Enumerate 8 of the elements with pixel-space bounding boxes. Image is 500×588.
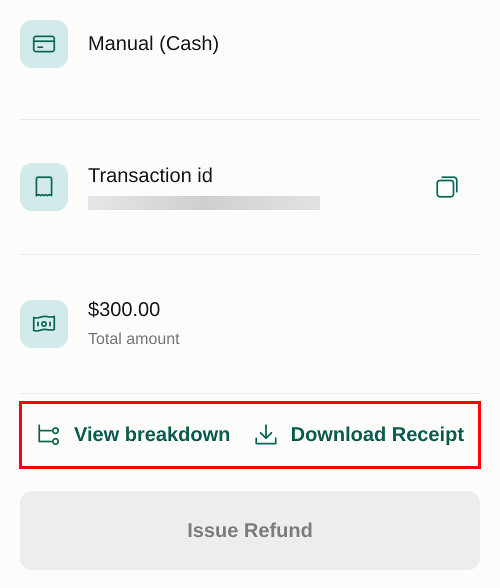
- action-link[interactable]: View breakdown: [36, 420, 230, 450]
- branch-icon: [36, 422, 62, 448]
- detail-subtitle: Total amount: [88, 330, 181, 350]
- detail-title: $300.00: [88, 298, 162, 322]
- copy-icon: [434, 174, 460, 200]
- detail-title: Manual (Cash): [88, 32, 220, 56]
- action-link[interactable]: Download Receipt: [252, 420, 464, 450]
- detail-title: Transaction id: [88, 164, 214, 188]
